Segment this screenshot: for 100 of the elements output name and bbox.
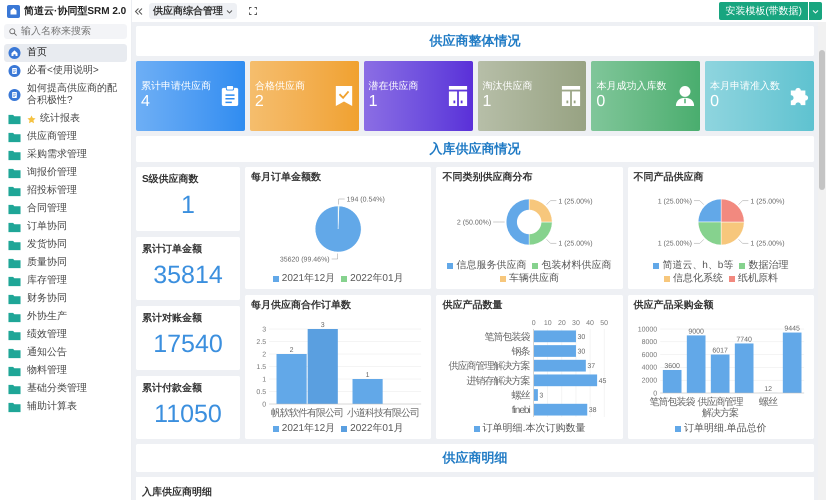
legend-label: 2022年01月: [350, 423, 404, 435]
bar: [710, 354, 730, 392]
sidebar-item[interactable]: 物料管理: [4, 362, 127, 380]
sidebar-item[interactable]: 必看<使用说明>: [4, 62, 127, 80]
section-title: 供应商整体情况: [430, 32, 520, 50]
document-icon: [8, 65, 21, 77]
axis-label: 小道科技有限公司: [347, 408, 420, 418]
sidebar-item[interactable]: 辅助计算表: [4, 398, 127, 416]
sidebar-item[interactable]: 供应商管理: [4, 128, 127, 146]
dropdown-button[interactable]: [809, 2, 822, 20]
folder-icon: [8, 167, 21, 179]
legend-label: 数据治理: [748, 260, 788, 272]
sidebar-item[interactable]: 招投标管理: [4, 182, 127, 200]
stat-value: 4: [141, 93, 151, 111]
legend-label: 信息服务供应商: [456, 260, 526, 272]
axis-label: 进销存解决方案: [467, 375, 530, 386]
legend-swatch: [674, 426, 681, 432]
puzzle-icon: [789, 85, 809, 107]
legend-swatch: [447, 263, 454, 269]
stat-label: 累计申请供应商: [141, 81, 212, 93]
chart-title: 供应产品采购金额: [634, 299, 715, 312]
sidebar-item[interactable]: 财务协同: [4, 290, 127, 308]
axis-label: 钢条: [512, 346, 530, 357]
legend-swatch: [728, 276, 735, 282]
sidebar-item[interactable]: 基础分类管理: [4, 380, 127, 398]
legend-swatch: [739, 263, 746, 269]
sidebar-item[interactable]: 首页: [4, 44, 127, 62]
leader-line: [338, 198, 345, 204]
stat-label: 淘汰供应商: [482, 81, 534, 93]
kpi-value: 11050: [154, 400, 222, 429]
search-field[interactable]: 输入名称来搜索: [4, 24, 127, 39]
bar: [782, 332, 802, 392]
bar: [686, 334, 706, 392]
section-title: 入库供应商情况: [430, 140, 520, 158]
legend-label: 包装材料供应商: [541, 260, 612, 272]
section-title: 供应商明细: [442, 449, 508, 467]
sidebar-item[interactable]: 如何提高供应商的配合积极性?: [4, 80, 127, 110]
sidebar-item[interactable]: 通知公告: [4, 344, 127, 362]
legend-swatch: [500, 276, 506, 282]
sidebar-item[interactable]: 质量协同: [4, 254, 127, 272]
folder-icon: [8, 293, 21, 305]
sidebar-item[interactable]: 发货协同: [4, 236, 127, 254]
sidebar-item[interactable]: 合同管理: [4, 200, 127, 218]
bar: [534, 403, 588, 416]
sidebar-item[interactable]: 询报价管理: [4, 164, 127, 182]
folder-icon: [8, 311, 21, 323]
pie-slice: [698, 198, 722, 222]
scrollbar-thumb[interactable]: [819, 50, 825, 190]
collapse-icon[interactable]: [134, 6, 143, 16]
legend-swatch: [341, 426, 348, 432]
bar: [534, 388, 538, 400]
legend-swatch: [653, 263, 660, 269]
legend-label: 订单明细.单品总价: [684, 423, 767, 435]
card-title: 入库供应商明细: [142, 487, 212, 498]
stat-label: 合格供应商: [254, 81, 306, 93]
bar: [534, 374, 598, 386]
chart-title: 不同产品供应商: [634, 171, 705, 184]
sidebar-item[interactable]: 采购需求管理: [4, 146, 127, 164]
chart-title: 供应产品数量: [442, 299, 504, 312]
bar: [534, 359, 586, 372]
stat-value: 1: [482, 93, 492, 111]
leader-line: [693, 239, 704, 244]
fullscreen-icon[interactable]: [249, 7, 257, 15]
folder-icon: [8, 365, 21, 377]
axis-label: 笔筒包装袋: [649, 396, 694, 408]
legend-label: 订单明细.本次订购数量: [482, 423, 586, 435]
page-tab[interactable]: 供应商综合管理: [149, 3, 237, 19]
pie-slice: [720, 222, 744, 246]
kpi-label: S级供应商数: [142, 172, 200, 186]
cabinet-icon: [561, 85, 582, 107]
bar: [352, 378, 383, 404]
pie-slice: [698, 222, 722, 246]
bar: [662, 369, 682, 392]
folder-icon: [8, 203, 21, 215]
bar: [734, 342, 754, 392]
home-icon: [8, 47, 21, 59]
sidebar-item[interactable]: 统计报表: [4, 110, 127, 128]
chart-title: 每月供应商合作订单数: [251, 299, 352, 312]
legend-swatch: [664, 276, 670, 282]
folder-icon: [8, 221, 21, 233]
sidebar-item[interactable]: 绩效管理: [4, 326, 127, 344]
folder-icon: [8, 113, 21, 125]
leader-line: [693, 200, 704, 205]
person-icon: [675, 85, 696, 107]
legend-label: 纸机原料: [738, 273, 778, 285]
sidebar-item[interactable]: 库存管理: [4, 272, 127, 290]
app-title: 简道云·协同型SRM 2.0: [24, 4, 126, 18]
sidebar-item[interactable]: 外协生产: [4, 308, 127, 326]
caret-icon: [226, 8, 233, 14]
leader-line: [546, 200, 557, 205]
app-logo-icon: [7, 4, 20, 18]
legend-swatch: [474, 426, 480, 432]
folder-icon: [8, 329, 21, 341]
axis-label: 笔筒包装袋: [485, 331, 530, 342]
folder-icon: [8, 401, 21, 413]
folder-icon: [8, 131, 21, 143]
search-icon: [9, 28, 17, 36]
leader-line: [738, 239, 748, 244]
bar: [534, 330, 576, 342]
sidebar-item[interactable]: 订单协同: [4, 218, 127, 236]
